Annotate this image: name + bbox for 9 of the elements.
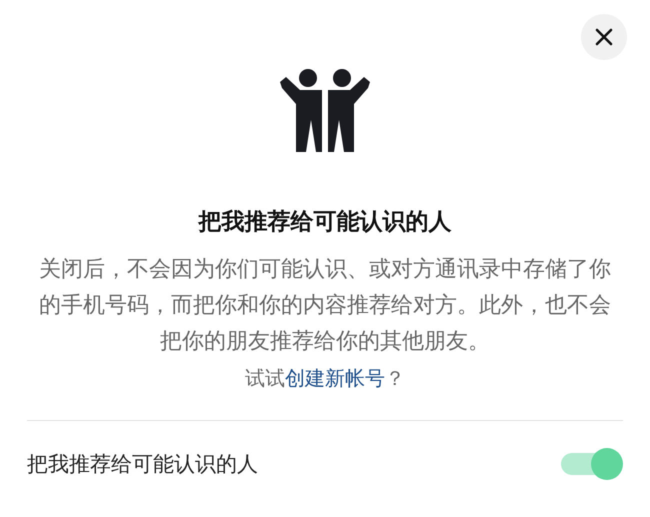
hint-text: 试试创建新帐号？ bbox=[244, 365, 406, 392]
toggle-switch[interactable] bbox=[561, 447, 623, 481]
create-account-link[interactable]: 创建新帐号 bbox=[285, 366, 385, 390]
setting-label: 把我推荐给可能认识的人 bbox=[27, 451, 258, 478]
description-text: 关闭后，不会因为你们可能认识、或对方通讯录中存储了你的手机号码，而把你和你的内容推荐给对方。此外，也不会把你的朋友推荐给你的其他朋友。 bbox=[38, 256, 612, 356]
close-icon bbox=[594, 27, 614, 47]
people-icon bbox=[278, 68, 372, 152]
dialog-title: 把我推荐给可能认识的人 bbox=[197, 208, 452, 237]
close-button[interactable] bbox=[581, 14, 627, 60]
